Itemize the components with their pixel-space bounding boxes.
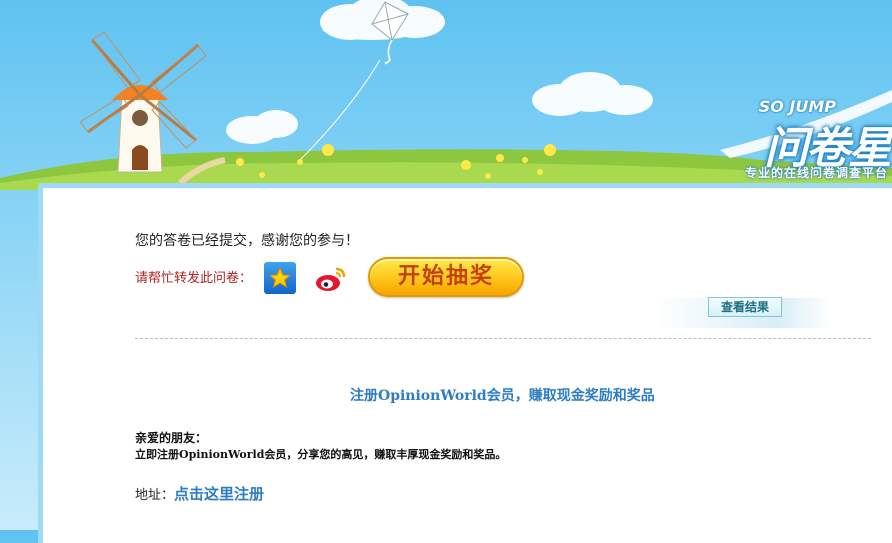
header-banner: SO JUMP 问卷星 专业的在线问卷调查平台: [0, 0, 892, 190]
share-label: 请帮忙转发此问卷：: [135, 271, 253, 286]
submission-thanks: 您的答卷已经提交，感谢您的参与！: [135, 233, 359, 249]
banner-illustration: [0, 0, 892, 190]
address-label: 地址：: [135, 488, 175, 503]
windmill-icon: [79, 31, 207, 173]
promo-greeting: 亲爱的朋友：: [135, 431, 208, 445]
view-results-button[interactable]: 查看结果: [708, 297, 782, 317]
logo-tagline: 专业的在线问卷调查平台: [744, 166, 888, 180]
dashed-divider: [135, 338, 871, 339]
weibo-logo-icon: [314, 263, 348, 295]
qq-zone-icon[interactable]: [264, 262, 296, 294]
register-link[interactable]: 点击这里注册: [174, 485, 264, 503]
start-lottery-button[interactable]: 开始抽奖: [368, 257, 524, 297]
address-row: 地址：点击这里注册: [135, 483, 264, 504]
weibo-icon[interactable]: [314, 263, 348, 295]
star-icon: [268, 266, 292, 289]
promo-title-link[interactable]: 注册OpinionWorld会员，赚取现金奖励和奖品: [350, 385, 655, 405]
clouds: [226, 0, 653, 144]
promo-body: 立即注册OpinionWorld会员，分享您的高见，赚取丰厚现金奖励和奖品。: [135, 448, 507, 461]
